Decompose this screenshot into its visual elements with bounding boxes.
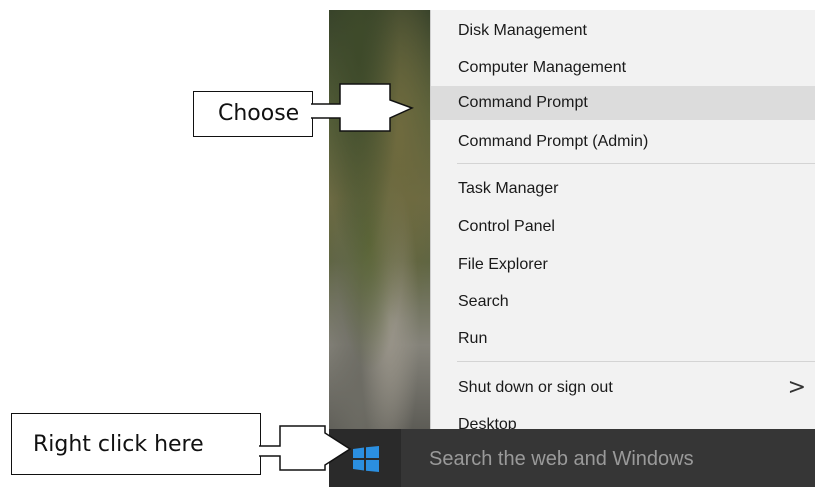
callout-arrows: [259, 83, 414, 471]
right-click-arrow: [259, 425, 352, 471]
choose-arrow: [311, 83, 414, 132]
